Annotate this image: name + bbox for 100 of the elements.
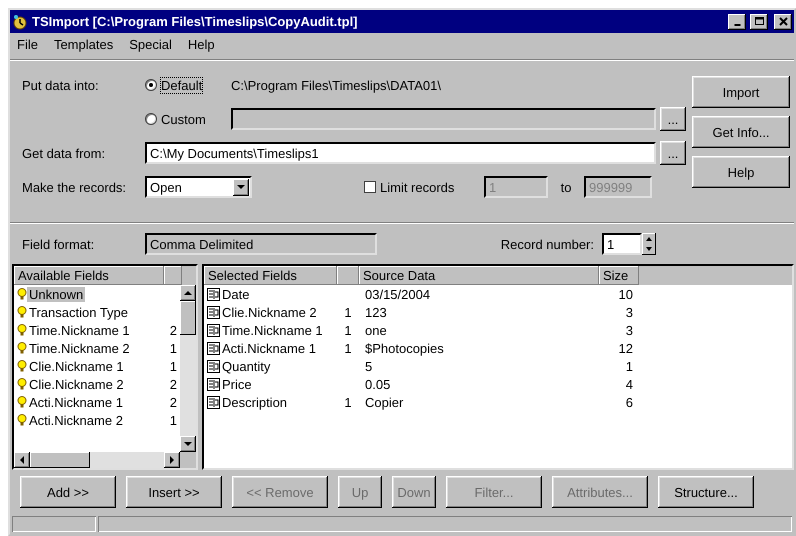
scroll-down-icon bbox=[184, 442, 192, 446]
menu-item[interactable]: Special bbox=[128, 37, 173, 55]
app-icon bbox=[12, 14, 28, 30]
action-button[interactable]: Import bbox=[692, 76, 790, 108]
list-item[interactable]: Transaction Type bbox=[27, 304, 130, 320]
menu-item[interactable]: Help bbox=[186, 37, 216, 55]
bulb-icon bbox=[17, 360, 27, 372]
scrollbar-thumb[interactable] bbox=[180, 301, 196, 335]
custom-path-field[interactable] bbox=[231, 108, 656, 130]
table-cell-text: 6 bbox=[624, 394, 634, 410]
table-cell-text: $Photocopies bbox=[364, 340, 445, 356]
field-icon bbox=[207, 342, 220, 354]
radio-button[interactable]: Custom bbox=[145, 112, 231, 126]
table-cell-text: 123 bbox=[364, 304, 388, 320]
radio-button[interactable]: Default bbox=[145, 78, 231, 92]
column-header[interactable]: Size bbox=[599, 266, 639, 285]
count-text: 2 bbox=[170, 376, 178, 392]
vertical-scrollbar[interactable] bbox=[180, 285, 196, 452]
list-item[interactable]: Time.Nickname 2 bbox=[27, 340, 132, 356]
field-label: Field format: bbox=[22, 236, 96, 252]
bulb-icon bbox=[17, 306, 27, 318]
column-header[interactable]: Selected Fields bbox=[204, 266, 337, 285]
table-cell-text: 12 bbox=[618, 340, 634, 356]
menu-item[interactable]: Templates bbox=[52, 37, 114, 55]
table-cell-text: 0.05 bbox=[364, 376, 392, 392]
bulb-icon bbox=[17, 324, 27, 336]
spin-buttons[interactable] bbox=[642, 233, 656, 255]
scroll-left-icon bbox=[20, 456, 24, 464]
action-button[interactable]: Help bbox=[692, 156, 790, 188]
list-item[interactable]: Acti.Nickname 1 bbox=[27, 394, 125, 410]
source-path-field[interactable]: C:\My Documents\Timeslips1 bbox=[145, 142, 656, 164]
count-text: 1 bbox=[170, 358, 178, 374]
list-item[interactable]: Unknown bbox=[27, 286, 86, 302]
field-icon bbox=[207, 288, 220, 300]
table-cell: Description bbox=[222, 394, 288, 410]
table-cell-text: 3 bbox=[624, 322, 634, 338]
close-icon bbox=[778, 16, 788, 27]
count-text: 1 bbox=[170, 412, 178, 428]
table-cell-text: 1 bbox=[624, 358, 634, 374]
table-cell-text: 3 bbox=[624, 304, 634, 320]
count-text: 2 bbox=[170, 394, 178, 410]
field-icon bbox=[207, 324, 220, 336]
horizontal-scrollbar[interactable] bbox=[14, 452, 196, 468]
table-cell-text: Copier bbox=[364, 394, 404, 410]
dropdown-arrow-icon bbox=[237, 184, 245, 190]
scrollbar-thumb[interactable] bbox=[30, 452, 90, 468]
maximize-button[interactable] bbox=[750, 14, 768, 30]
field-format-field: Comma Delimited bbox=[145, 233, 377, 255]
field-label: Make the records: bbox=[22, 180, 128, 194]
table-cell-text: 03/15/2004 bbox=[364, 286, 432, 302]
table-cell: 1 bbox=[344, 340, 352, 356]
browse-button[interactable]: ... bbox=[660, 107, 686, 131]
table-cell: 1 bbox=[344, 304, 352, 320]
table-cell-text: 10 bbox=[618, 286, 634, 302]
blank-column-header bbox=[337, 266, 359, 285]
table-cell: Quantity bbox=[222, 358, 270, 374]
window-title: TSImport [C:\Program Files\Timeslips\CopyAudit.tpl] bbox=[32, 14, 359, 29]
close-button[interactable] bbox=[774, 14, 792, 30]
field-icon bbox=[207, 306, 220, 318]
scrollbar-corner bbox=[180, 452, 196, 468]
path-text: C:\Program Files\Timeslips\DATA01\ bbox=[231, 78, 441, 92]
table-cell-text: one bbox=[364, 322, 388, 338]
table-cell-text: 5 bbox=[364, 358, 374, 374]
minimize-icon bbox=[734, 24, 740, 26]
limit-records-checkbox[interactable]: Limit records bbox=[364, 180, 484, 194]
field-icon bbox=[207, 360, 220, 372]
scroll-up-icon bbox=[184, 290, 192, 296]
table-cell-text: 4 bbox=[624, 376, 634, 392]
list-item[interactable]: Clie.Nickname 1 bbox=[27, 358, 126, 374]
field-label: Put data into: bbox=[22, 78, 100, 92]
action-button[interactable]: Add >> bbox=[20, 476, 116, 508]
table-cell: Date bbox=[222, 286, 250, 302]
count-text: 1 bbox=[170, 340, 178, 356]
field-label: Get data from: bbox=[22, 146, 106, 160]
bulb-icon bbox=[17, 288, 27, 300]
table-cell: Acti.Nickname 1 bbox=[222, 340, 316, 356]
bulb-icon bbox=[17, 378, 27, 390]
column-header[interactable]: Source Data bbox=[359, 266, 599, 285]
bulb-icon bbox=[17, 342, 27, 354]
minimize-button[interactable] bbox=[728, 14, 746, 30]
table-cell: Time.Nickname 1 bbox=[222, 322, 323, 338]
records-dropdown[interactable]: Open bbox=[145, 176, 252, 198]
list-item[interactable]: Acti.Nickname 2 bbox=[27, 412, 125, 428]
table-cell: 1 bbox=[344, 322, 352, 338]
action-button[interactable]: Structure... bbox=[658, 476, 754, 508]
menu-item[interactable]: File bbox=[16, 37, 39, 55]
list-item[interactable]: Clie.Nickname 2 bbox=[27, 376, 126, 392]
field-icon bbox=[207, 378, 220, 390]
browse-button[interactable]: ... bbox=[660, 141, 686, 165]
list-item[interactable]: Time.Nickname 1 bbox=[27, 322, 132, 338]
field-label: Record number: bbox=[500, 236, 594, 252]
table-cell: 1 bbox=[344, 394, 352, 410]
action-button[interactable]: Get Info... bbox=[692, 116, 790, 148]
scroll-right-icon bbox=[170, 456, 174, 464]
field-label: to bbox=[560, 180, 572, 194]
count-text: 2 bbox=[170, 322, 178, 338]
field-icon bbox=[207, 396, 220, 408]
bulb-icon bbox=[17, 414, 27, 426]
record-number-field[interactable]: 1 bbox=[602, 233, 642, 255]
action-button[interactable]: Insert >> bbox=[126, 476, 222, 508]
